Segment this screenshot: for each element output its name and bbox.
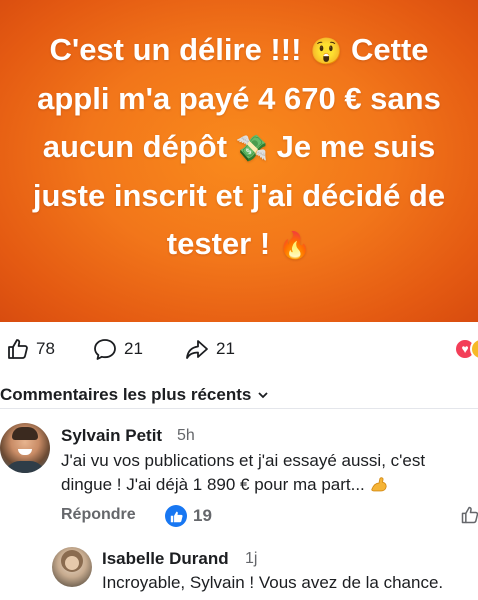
comment-timestamp[interactable]: 5h [177,427,195,445]
comment-like-count[interactable]: 19 [193,506,212,526]
chevron-down-icon [258,392,268,399]
thumbs-up-icon [461,506,478,524]
post-line: C'est un délire !!! [49,31,302,67]
post-line: Cette [351,31,429,67]
fire-emoji: 🔥 [278,229,312,260]
astonished-emoji: 😲 [310,35,343,66]
comments-sort-dropdown[interactable]: Commentaires les plus récents [0,384,269,406]
flexed-biceps-icon [370,477,387,492]
divider [0,408,478,409]
post-text: C'est un délire !!! 😲 Cette appli m'a pa… [33,26,445,269]
comment-icon [94,339,116,360]
comment-text: J'ai vu vos publications et j'ai essayé … [61,451,426,494]
comments-sort-label: Commentaires les plus récents [0,385,252,404]
reaction-badges[interactable]: ♥ [454,338,478,360]
post-line: appli m'a payé 4 670 € sans [37,80,441,116]
post-line: aucun dépôt [42,128,228,164]
share-button[interactable]: 21 [184,332,235,366]
post-line: tester ! [166,225,271,261]
post-actions: 78 21 21 ♥ [0,332,478,366]
share-count: 21 [216,339,235,358]
post-image[interactable]: C'est un délire !!! 😲 Cette appli m'a pa… [0,0,478,322]
like-button[interactable]: 78 [6,332,55,366]
thumbs-up-icon [8,339,28,359]
comment-like-button[interactable] [460,504,478,531]
comment-author[interactable]: Sylvain Petit [61,426,162,446]
thumbs-up-icon [170,511,183,522]
avatar[interactable] [0,423,50,473]
avatar[interactable] [52,547,92,587]
reply-button[interactable]: Répondre [61,506,136,524]
money-wings-emoji: 💸 [235,132,269,163]
post-line: Je me suis [276,128,436,164]
share-icon [186,340,208,359]
like-reaction-icon[interactable] [165,505,187,527]
post-line: juste inscrit et j'ai décidé de [32,177,446,213]
reply-timestamp[interactable]: 1j [245,550,257,568]
like-count: 78 [36,339,55,358]
reply-text: Incroyable, Sylvain ! Vous avez de la ch… [102,573,444,592]
reply-author[interactable]: Isabelle Durand [102,549,229,569]
comment-count: 21 [124,339,143,358]
comment-button[interactable]: 21 [92,332,143,366]
